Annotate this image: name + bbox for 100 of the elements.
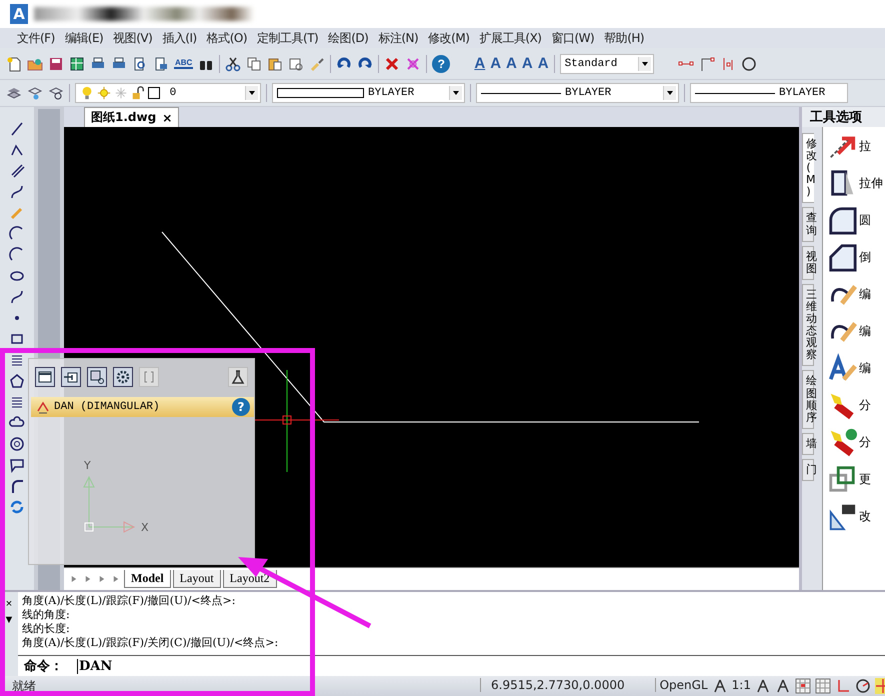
text-style-button[interactable]: A xyxy=(522,55,533,72)
donut-icon[interactable] xyxy=(9,436,25,452)
menu-item[interactable]: 视图(V) xyxy=(108,30,158,46)
lineweight-dropdown[interactable]: BYLAYER xyxy=(690,83,848,103)
menu-item[interactable]: 插入(I) xyxy=(157,30,202,46)
edit-text-icon xyxy=(827,353,857,383)
palette-tool[interactable]: 编 xyxy=(827,279,885,309)
snap-grid-icon[interactable] xyxy=(794,678,811,694)
rotate-icon[interactable] xyxy=(9,499,25,515)
close-tab-icon[interactable]: × xyxy=(162,110,172,124)
palette-tool[interactable]: 拉 xyxy=(827,131,885,161)
palette-tool[interactable]: 分 xyxy=(827,427,885,457)
grid-display-icon[interactable] xyxy=(814,678,831,694)
insert-button[interactable] xyxy=(61,367,81,387)
bracket-button[interactable] xyxy=(139,367,159,387)
sun-icon xyxy=(97,86,111,100)
palette-tool[interactable]: 编 xyxy=(827,316,885,346)
command-prompt: 命令： xyxy=(24,658,63,675)
settings-button[interactable] xyxy=(113,367,133,387)
menu-item[interactable]: 格式(O) xyxy=(202,30,252,46)
palette-tab[interactable]: 视图 xyxy=(802,246,814,280)
layers-icon[interactable] xyxy=(6,85,22,101)
menu-arrow-button[interactable]: ▼ xyxy=(4,614,14,626)
fillet-icon[interactable] xyxy=(9,478,25,494)
linetype-dropdown[interactable]: BYLAYER xyxy=(476,83,679,103)
menu-item[interactable]: 文件(F) xyxy=(12,30,60,46)
dimension-angle-icon[interactable] xyxy=(698,56,715,72)
polygon-icon[interactable] xyxy=(9,373,25,389)
command-history-line: 角度(A)/长度(L)/跟踪(F)/撤回(U)/<终点>: xyxy=(22,594,236,608)
new-file-icon[interactable] xyxy=(6,56,22,72)
command-suggestion[interactable]: DAN (DIMANGULAR) ? xyxy=(31,397,254,417)
help-button[interactable]: ? xyxy=(232,398,250,416)
layout-tab[interactable]: Model xyxy=(124,570,171,588)
line-icon[interactable] xyxy=(9,121,25,137)
palette-tool[interactable]: 分 xyxy=(827,390,885,420)
text-style-button[interactable]: A xyxy=(490,55,502,72)
grid-icon[interactable] xyxy=(69,56,85,72)
text-style-button[interactable]: A xyxy=(506,55,517,72)
close-button[interactable]: × xyxy=(6,598,12,610)
palette-tool[interactable]: 倒 xyxy=(827,242,885,272)
document-tab[interactable]: 图纸1.dwg × xyxy=(84,107,180,127)
text-style-button[interactable]: A xyxy=(474,55,486,72)
menu-item[interactable]: 帮助(H) xyxy=(599,30,650,46)
arc-icon[interactable] xyxy=(9,247,25,263)
text-style-dropdown[interactable]: Standard xyxy=(560,54,654,74)
layout-tab[interactable]: Layout xyxy=(172,570,221,588)
menu-item[interactable]: 绘图(D) xyxy=(323,30,374,46)
menu-item[interactable]: 定制工具(T) xyxy=(252,30,324,46)
callout-icon[interactable] xyxy=(9,457,25,473)
circle-icon[interactable] xyxy=(740,56,757,72)
palette-tab[interactable]: 门 xyxy=(802,458,814,481)
palette-tab[interactable]: 查询 xyxy=(802,207,814,242)
flask-button[interactable] xyxy=(228,367,248,387)
palette-tool[interactable]: 更 xyxy=(827,464,885,494)
palette-tool[interactable]: 改 xyxy=(827,501,885,531)
palette-tab[interactable]: 墙 xyxy=(802,432,814,455)
layer-dropdown[interactable]: 0 xyxy=(75,83,261,103)
polyline-icon[interactable] xyxy=(9,142,25,158)
palette-tab[interactable]: 修改(M) xyxy=(802,133,814,204)
palette-tool[interactable]: 编 xyxy=(827,353,885,383)
brush-icon[interactable] xyxy=(309,56,326,72)
clipboard-icon[interactable] xyxy=(288,56,304,72)
spellcheck-button[interactable]: ABC xyxy=(174,58,194,69)
menu-item[interactable]: 修改(M) xyxy=(423,30,474,46)
menu-item[interactable]: 编辑(E) xyxy=(60,30,108,46)
layer-zoom-icon[interactable] xyxy=(48,85,64,101)
command-history-line: 角度(A)/长度(L)/跟踪(F)/关闭(C)/撤回(U)/<终点>: xyxy=(22,636,280,650)
help-button[interactable]: ? xyxy=(432,54,450,72)
delete-icon[interactable] xyxy=(384,56,400,72)
compass-icon[interactable] xyxy=(754,678,771,694)
palette-tab[interactable]: 绘图顺序 xyxy=(802,370,814,429)
menu-item[interactable]: 标注(N) xyxy=(373,30,424,46)
annotation-scale[interactable]: 1:1 xyxy=(732,678,751,692)
save-icon[interactable] xyxy=(48,56,64,72)
palette-tool[interactable]: 圆 xyxy=(827,205,885,235)
palette-tool[interactable]: 拉伸 xyxy=(827,168,885,198)
paste-icon[interactable] xyxy=(267,56,284,72)
purge-icon[interactable] xyxy=(405,56,422,72)
gear-icon xyxy=(115,369,131,385)
palette-tab[interactable]: 三维动态观察 xyxy=(802,284,814,366)
polar-icon[interactable] xyxy=(854,678,871,694)
compass-icon[interactable] xyxy=(712,678,728,694)
layer-star-icon[interactable] xyxy=(27,85,43,101)
scissors-icon[interactable] xyxy=(225,56,242,72)
text-style-button[interactable]: A xyxy=(538,55,549,72)
status-text: 就绪 xyxy=(12,678,36,695)
double-line-icon[interactable] xyxy=(9,163,25,179)
color-dropdown[interactable]: BYLAYER xyxy=(272,83,465,103)
curve-icon[interactable] xyxy=(9,184,25,200)
window-button[interactable] xyxy=(35,367,55,387)
cut-block-button[interactable] xyxy=(87,367,107,387)
menu-item[interactable]: 窗口(W) xyxy=(546,30,600,46)
compass-icon[interactable] xyxy=(774,678,791,694)
arc-icon[interactable] xyxy=(9,226,25,242)
page-printer-icon[interactable] xyxy=(153,56,169,72)
copy-icon[interactable] xyxy=(246,56,262,72)
chamfer-icon xyxy=(827,242,857,272)
cut-block-icon xyxy=(89,369,105,385)
curve-icon[interactable] xyxy=(9,289,25,305)
menu-item[interactable]: 扩展工具(X) xyxy=(474,30,546,46)
